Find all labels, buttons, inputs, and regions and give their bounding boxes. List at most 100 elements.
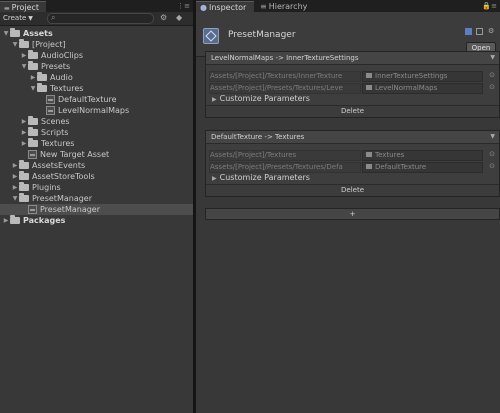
tree-item-label: Audio — [50, 73, 73, 82]
object-field-label: Textures — [375, 151, 405, 159]
rule-dropdown[interactable]: LevelNormalMaps -> InnerTextureSettings ▼ — [206, 52, 499, 65]
tree-folder-row[interactable]: ▶ Textures — [0, 138, 193, 149]
folder-icon — [19, 160, 29, 169]
tree-item-label: Scripts — [41, 128, 69, 137]
collapsed-arrow-icon[interactable]: ▶ — [11, 171, 19, 182]
collapsed-arrow-icon[interactable]: ▶ — [11, 182, 19, 193]
object-field[interactable]: DefaultTexture — [362, 162, 483, 173]
rule-title: LevelNormalMaps -> InnerTextureSettings — [211, 54, 359, 62]
inspector-tabbar: ● Inspector ≡ Hierarchy 🔒≡ — [196, 0, 500, 12]
rule-row: Assets/[Project]/Presets/Textures/Defa De… — [206, 160, 499, 173]
tree-folder-row[interactable]: ▶ Plugins — [0, 182, 193, 193]
path-field[interactable]: Assets/[Project]/Presets/Textures/Defa — [209, 162, 361, 173]
asset-file-icon — [28, 205, 37, 214]
collapsed-arrow-icon[interactable]: ▶ — [20, 138, 28, 149]
tree-item-label: Textures — [41, 139, 75, 148]
hierarchy-icon: ≡ — [260, 2, 267, 11]
expanded-arrow-icon[interactable]: ▼ — [29, 83, 37, 94]
tree-asset-row[interactable]: New Target Asset — [0, 149, 193, 160]
tree-item-label: Plugins — [32, 183, 61, 192]
rule-row: Assets/[Project]/Presets/Textures/Leve Le… — [206, 81, 499, 94]
tree-folder-row[interactable]: ▼ Textures — [0, 83, 193, 94]
tree-asset-row[interactable]: PresetManager — [0, 204, 193, 215]
folder-icon — [28, 127, 38, 136]
filter-by-label-icon[interactable]: ◆ — [176, 13, 182, 22]
folder-icon — [28, 50, 38, 59]
inspector-window: ● Inspector ≡ Hierarchy 🔒≡ PresetManager ⚙… — [196, 0, 500, 413]
tree-item-label: Scenes — [41, 117, 70, 126]
dropdown-arrow-icon: ▼ — [490, 133, 495, 140]
expanded-arrow-icon[interactable]: ▼ — [20, 61, 28, 72]
path-field[interactable]: Assets/[Project]/Presets/Textures/Leve — [209, 83, 361, 94]
tree-folder-row[interactable]: ▶ Scripts — [0, 127, 193, 138]
project-tree: ▼ Assets ▼ [Project] ▶ AudioClips ▼ Presets ▶ Aud… — [0, 26, 193, 226]
object-picker-icon[interactable]: ⊙ — [489, 150, 495, 158]
collapsed-arrow-icon[interactable]: ▶ — [29, 72, 37, 83]
folder-icon — [10, 28, 20, 37]
object-picker-icon[interactable]: ⊙ — [489, 71, 495, 79]
rule-title: DefaultTexture -> Textures — [211, 133, 305, 141]
object-picker-icon[interactable]: ⊙ — [489, 162, 495, 170]
object-field-label: LevelNormalMaps — [375, 84, 438, 92]
search-input[interactable]: ⌕ — [47, 13, 154, 24]
rule-dropdown[interactable]: DefaultTexture -> Textures ▼ — [206, 131, 499, 144]
project-tabbar: ▬ Project ⋮≡ — [0, 0, 193, 12]
expanded-arrow-icon[interactable]: ▼ — [11, 193, 19, 204]
settings-gear-icon[interactable]: ⚙ — [488, 28, 495, 35]
tree-folder-row[interactable]: ▶ AudioClips — [0, 50, 193, 61]
collapsed-arrow-icon[interactable]: ▶ — [2, 215, 10, 226]
expanded-arrow-icon[interactable]: ▼ — [11, 39, 19, 50]
asset-file-icon — [28, 150, 37, 159]
tree-asset-row[interactable]: LevelNormalMaps — [0, 105, 193, 116]
folder-icon — [37, 83, 47, 92]
folder-icon — [28, 138, 38, 147]
dropdown-arrow-icon: ▼ — [28, 15, 33, 22]
object-field-label: DefaultTexture — [375, 163, 427, 171]
tree-folder-row[interactable]: ▶ AssetStoreTools — [0, 171, 193, 182]
tree-folder-row[interactable]: ▼ PresetManager — [0, 193, 193, 204]
folder-icon — [19, 171, 29, 180]
inspector-tab-menu-icon[interactable]: 🔒≡ — [482, 2, 497, 10]
object-type-icon — [366, 85, 372, 90]
collapsed-arrow-icon[interactable]: ▶ — [20, 116, 28, 127]
asset-file-icon — [46, 106, 55, 115]
tree-item-label: Packages — [23, 216, 66, 225]
delete-button[interactable]: Delete — [206, 105, 499, 117]
tree-item-label: Presets — [41, 62, 71, 71]
folder-icon: ▬ — [4, 5, 10, 12]
object-field[interactable]: LevelNormalMaps — [362, 83, 483, 94]
rule-row: Assets/[Project]/Textures Textures ⊙ — [206, 148, 499, 161]
object-type-icon — [366, 164, 372, 169]
delete-button[interactable]: Delete — [206, 184, 499, 196]
preset-icon[interactable] — [476, 28, 483, 35]
folder-icon — [28, 61, 38, 70]
customize-parameters-foldout[interactable]: ▶ Customize Parameters — [206, 93, 499, 105]
tree-folder-row[interactable]: ▶ Packages — [0, 215, 193, 226]
object-type-icon — [366, 73, 372, 78]
folder-icon — [37, 72, 47, 81]
tree-folder-row[interactable]: ▶ Audio — [0, 72, 193, 83]
search-icon: ⌕ — [51, 13, 56, 22]
tab-inspector[interactable]: ● Inspector — [196, 1, 254, 12]
add-rule-button[interactable]: + — [205, 208, 500, 220]
tree-asset-row[interactable]: DefaultTexture — [0, 94, 193, 105]
collapsed-arrow-icon[interactable]: ▶ — [20, 127, 28, 138]
customize-parameters-foldout[interactable]: ▶ Customize Parameters — [206, 172, 499, 184]
help-icon[interactable] — [465, 28, 472, 35]
tab-hierarchy[interactable]: ≡ Hierarchy — [256, 1, 320, 12]
tree-folder-row[interactable]: ▶ AssetsEvents — [0, 160, 193, 171]
tab-menu-icon[interactable]: ⋮≡ — [177, 2, 190, 10]
object-picker-icon[interactable]: ⊙ — [489, 83, 495, 91]
tree-folder-row[interactable]: ▼ [Project] — [0, 39, 193, 50]
tree-folder-row[interactable]: ▼ Presets — [0, 61, 193, 72]
tree-folder-row[interactable]: ▶ Scenes — [0, 116, 193, 127]
tree-item-label: LevelNormalMaps — [58, 106, 130, 115]
filter-by-type-icon[interactable]: ⚙ — [160, 13, 167, 22]
collapsed-arrow-icon[interactable]: ▶ — [11, 160, 19, 171]
create-button[interactable]: Create ▼ — [3, 13, 33, 23]
tab-project[interactable]: ▬ Project — [0, 1, 46, 12]
expanded-arrow-icon[interactable]: ▼ — [2, 28, 10, 39]
asset-file-icon — [46, 95, 55, 104]
collapsed-arrow-icon[interactable]: ▶ — [20, 50, 28, 61]
tree-folder-row[interactable]: ▼ Assets — [0, 28, 193, 39]
